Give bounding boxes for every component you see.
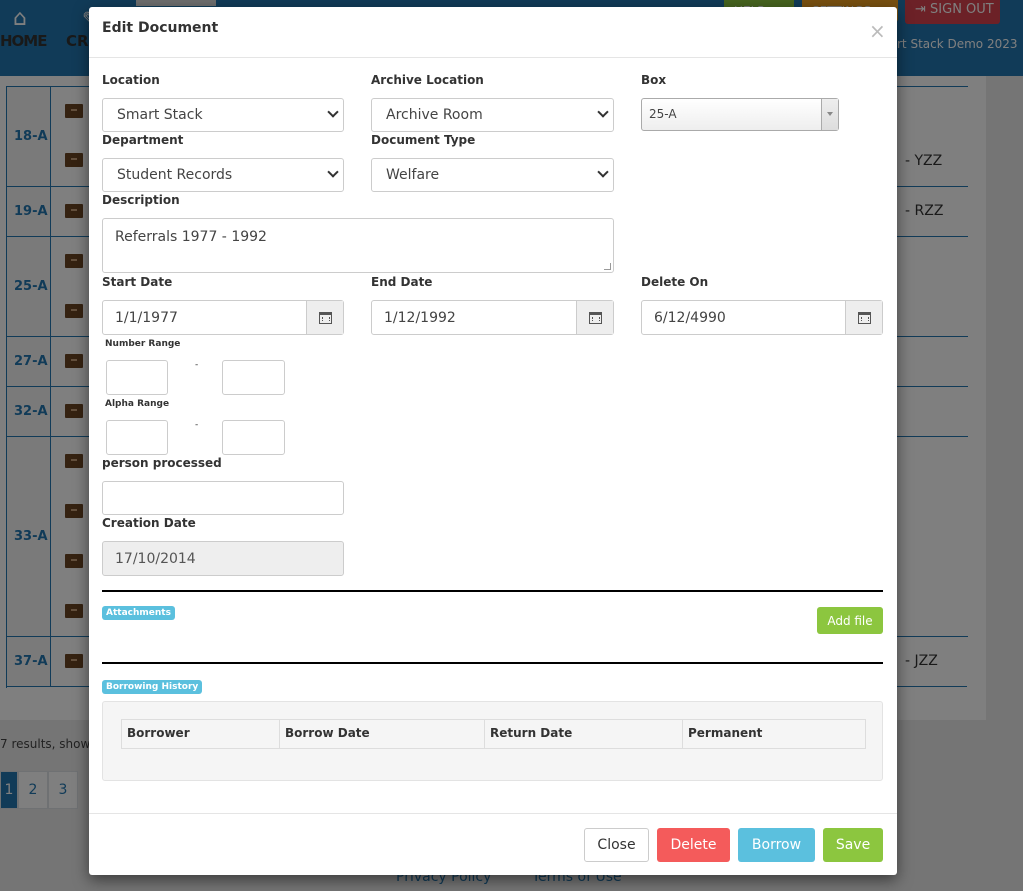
modal-header: Edit Document ×	[89, 7, 897, 58]
creation-date-input: 17/10/2014	[102, 541, 344, 576]
archive-location-label: Archive Location	[371, 73, 484, 87]
creation-date-label: Creation Date	[102, 516, 196, 530]
chevron-down-icon	[327, 166, 339, 178]
end-date-value: 1/12/1992	[384, 310, 456, 326]
close-icon[interactable]: ×	[869, 19, 886, 43]
end-date-picker-button[interactable]	[576, 301, 613, 334]
borrowing-history-badge: Borrowing History	[102, 680, 203, 694]
section-divider	[102, 662, 883, 664]
alpha-range-from-input[interactable]	[106, 420, 168, 455]
column-header-permanent[interactable]: Permanent	[683, 720, 865, 748]
box-value: 25-A	[649, 107, 677, 121]
column-header-return-date[interactable]: Return Date	[485, 720, 683, 748]
chevron-down-icon	[597, 166, 609, 178]
borrowing-history-table: Borrower Borrow Date Return Date Permane…	[121, 719, 866, 749]
start-date-picker-button[interactable]	[306, 301, 343, 334]
calendar-icon	[588, 311, 602, 324]
start-date-value: 1/1/1977	[115, 310, 178, 326]
borrowing-history-panel: Borrower Borrow Date Return Date Permane…	[102, 701, 883, 781]
location-value: Smart Stack	[117, 107, 203, 123]
modal-footer: Close Delete Borrow Save	[89, 813, 897, 875]
description-textarea[interactable]: Referrals 1977 - 1992	[102, 218, 614, 273]
archive-location-select[interactable]: Archive Room	[371, 98, 614, 132]
start-date-label: Start Date	[102, 275, 173, 289]
attachments-badge: Attachments	[102, 606, 175, 620]
box-label: Box	[641, 73, 667, 87]
save-button[interactable]: Save	[823, 828, 883, 862]
description-value: Referrals 1977 - 1992	[115, 229, 267, 245]
number-range-from-input[interactable]	[106, 360, 168, 395]
box-select[interactable]: 25-A	[641, 98, 839, 131]
calendar-icon	[318, 311, 332, 324]
resize-handle-icon[interactable]	[604, 263, 611, 270]
number-range-separator: -	[195, 360, 199, 370]
person-processed-input[interactable]	[102, 481, 344, 515]
alpha-range-label: Alpha Range	[105, 399, 170, 409]
close-button[interactable]: Close	[584, 828, 649, 862]
department-label: Department	[102, 133, 184, 147]
delete-on-input[interactable]: 6/12/4990	[641, 300, 883, 335]
alpha-range-to-input[interactable]	[222, 420, 285, 455]
delete-on-label: Delete On	[641, 275, 709, 289]
person-processed-label: person processed	[102, 456, 222, 470]
delete-on-picker-button[interactable]	[845, 301, 882, 334]
caret-down-icon	[821, 99, 838, 130]
delete-button[interactable]: Delete	[657, 828, 730, 862]
archive-location-value: Archive Room	[386, 107, 483, 123]
description-label: Description	[102, 193, 180, 207]
add-file-button[interactable]: Add file	[817, 607, 883, 634]
department-value: Student Records	[117, 167, 233, 183]
department-select[interactable]: Student Records	[102, 158, 344, 192]
document-type-select[interactable]: Welfare	[371, 158, 614, 192]
edit-document-modal: Edit Document × Location Smart Stack Arc…	[89, 7, 897, 875]
location-label: Location	[102, 73, 160, 87]
column-header-borrower[interactable]: Borrower	[122, 720, 280, 748]
column-header-borrow-date[interactable]: Borrow Date	[280, 720, 485, 748]
number-range-to-input[interactable]	[222, 360, 285, 395]
delete-on-value: 6/12/4990	[654, 310, 726, 326]
borrow-button[interactable]: Borrow	[738, 828, 815, 862]
number-range-label: Number Range	[105, 339, 181, 349]
end-date-input[interactable]: 1/12/1992	[371, 300, 614, 335]
document-type-label: Document Type	[371, 133, 476, 147]
modal-title: Edit Document	[102, 20, 219, 36]
chevron-down-icon	[597, 106, 609, 118]
alpha-range-separator: -	[195, 420, 199, 430]
chevron-down-icon	[327, 106, 339, 118]
start-date-input[interactable]: 1/1/1977	[102, 300, 344, 335]
section-divider	[102, 590, 883, 592]
document-type-value: Welfare	[386, 167, 440, 183]
location-select[interactable]: Smart Stack	[102, 98, 344, 132]
end-date-label: End Date	[371, 275, 433, 289]
calendar-icon	[857, 311, 871, 324]
